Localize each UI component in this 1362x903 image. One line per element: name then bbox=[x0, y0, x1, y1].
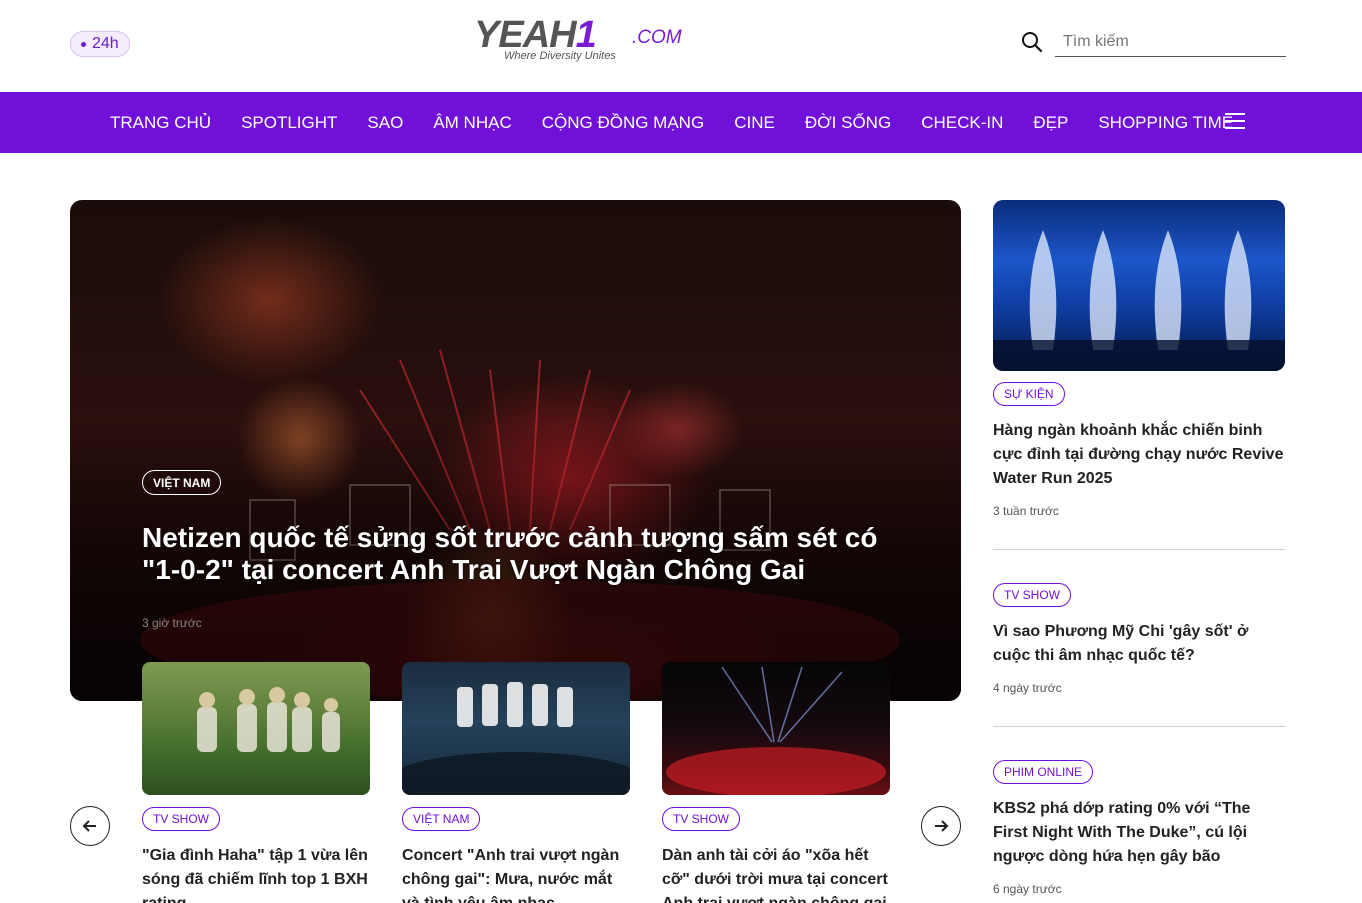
nav-item-trang-chu[interactable]: TRANG CHỦ bbox=[95, 113, 226, 133]
card-thumbnail[interactable] bbox=[662, 662, 890, 795]
carousel-next-button[interactable] bbox=[921, 806, 961, 846]
card-title[interactable]: Concert "Anh trai vượt ngàn chông gai": … bbox=[402, 844, 630, 903]
news-24h-badge[interactable]: 24h bbox=[70, 31, 130, 57]
nav-item-dep[interactable]: ĐẸP bbox=[1018, 113, 1083, 133]
dot-icon bbox=[81, 41, 86, 47]
hero-category-tag[interactable]: VIỆT NAM bbox=[142, 470, 222, 495]
nav-item-cong-dong-mang[interactable]: CỘNG ĐỒNG MẠNG bbox=[527, 113, 719, 133]
hero-title[interactable]: Netizen quốc tế sửng sốt trước cảnh tượn… bbox=[142, 522, 902, 586]
carousel-card[interactable]: TV SHOW Dàn anh tài cởi áo "xõa hết cỡ" … bbox=[662, 662, 890, 903]
card-category-tag[interactable]: TV SHOW bbox=[662, 807, 740, 831]
card-title[interactable]: Dàn anh tài cởi áo "xõa hết cỡ" dưới trờ… bbox=[662, 844, 890, 903]
nav-item-cine[interactable]: CINE bbox=[719, 113, 790, 133]
carousel-card[interactable]: TV SHOW "Gia đình Haha" tập 1 vừa lên só… bbox=[142, 662, 370, 903]
sidebar-article-timestamp: 3 tuần trước bbox=[993, 504, 1059, 518]
logo-dotcom: .COM bbox=[632, 27, 682, 48]
sidebar-article-timestamp: 6 ngày trước bbox=[993, 882, 1062, 896]
card-title[interactable]: "Gia đình Haha" tập 1 vừa lên sóng đã ch… bbox=[142, 844, 370, 903]
search-icon[interactable] bbox=[1020, 30, 1044, 54]
sidebar-featured-thumbnail[interactable] bbox=[993, 200, 1285, 371]
sidebar-article-title[interactable]: Vì sao Phương Mỹ Chi 'gây sốt' ở cuộc th… bbox=[993, 620, 1285, 668]
nav-item-doi-song[interactable]: ĐỜI SỐNG bbox=[790, 113, 906, 133]
sidebar-article-title[interactable]: Hàng ngàn khoảnh khắc chiến binh cực đỉn… bbox=[993, 419, 1285, 491]
search-box bbox=[1020, 28, 1286, 58]
sidebar-article[interactable]: PHIM ONLINE KBS2 phá dớp rating 0% với “… bbox=[993, 760, 1285, 896]
card-category-tag[interactable]: VIỆT NAM bbox=[402, 807, 481, 831]
sidebar-category-tag[interactable]: PHIM ONLINE bbox=[993, 760, 1094, 784]
card-thumbnail[interactable] bbox=[402, 662, 630, 795]
nav-item-spotlight[interactable]: SPOTLIGHT bbox=[226, 113, 352, 133]
hero-timestamp: 3 giờ trước bbox=[142, 616, 202, 630]
logo-tagline: Where Diversity Unites bbox=[504, 50, 616, 62]
sidebar-article-timestamp: 4 ngày trước bbox=[993, 681, 1062, 695]
sidebar-category-tag[interactable]: SỰ KIỆN bbox=[993, 382, 1065, 406]
sidebar-article-title[interactable]: KBS2 phá dớp rating 0% với “The First Ni… bbox=[993, 797, 1285, 869]
card-category-tag[interactable]: TV SHOW bbox=[142, 807, 220, 831]
sidebar-divider bbox=[993, 549, 1285, 550]
sidebar-category-tag[interactable]: TV SHOW bbox=[993, 583, 1071, 607]
carousel-card[interactable]: VIỆT NAM Concert "Anh trai vượt ngàn chô… bbox=[402, 662, 630, 903]
carousel-prev-button[interactable] bbox=[70, 806, 110, 846]
nav-item-am-nhac[interactable]: ÂM NHẠC bbox=[418, 113, 526, 133]
arrow-right-icon bbox=[935, 820, 949, 832]
arrow-left-icon bbox=[82, 820, 96, 832]
main-nav: TRANG CHỦ SPOTLIGHT SAO ÂM NHẠC CỘNG ĐỒN… bbox=[0, 92, 1362, 153]
nav-item-shopping-time[interactable]: SHOPPING TIME bbox=[1083, 113, 1248, 133]
nav-item-sao[interactable]: SAO bbox=[352, 113, 418, 133]
sidebar-divider bbox=[993, 726, 1285, 727]
hamburger-menu-icon[interactable] bbox=[1225, 113, 1245, 129]
site-header: 24h YEAH1 .COM Where Diversity Unites bbox=[0, 0, 1362, 92]
sidebar-article[interactable]: SỰ KIỆN Hàng ngàn khoảnh khắc chiến binh… bbox=[993, 382, 1285, 518]
badge-24h-label: 24h bbox=[92, 35, 119, 52]
search-input[interactable] bbox=[1055, 28, 1286, 57]
site-logo[interactable]: YEAH1 .COM Where Diversity Unites bbox=[474, 14, 684, 64]
nav-item-check-in[interactable]: CHECK-IN bbox=[906, 113, 1018, 133]
card-thumbnail[interactable] bbox=[142, 662, 370, 795]
sidebar-article[interactable]: TV SHOW Vì sao Phương Mỹ Chi 'gây sốt' ở… bbox=[993, 583, 1285, 695]
hero-article[interactable]: VIỆT NAM Netizen quốc tế sửng sốt trước … bbox=[70, 200, 961, 701]
